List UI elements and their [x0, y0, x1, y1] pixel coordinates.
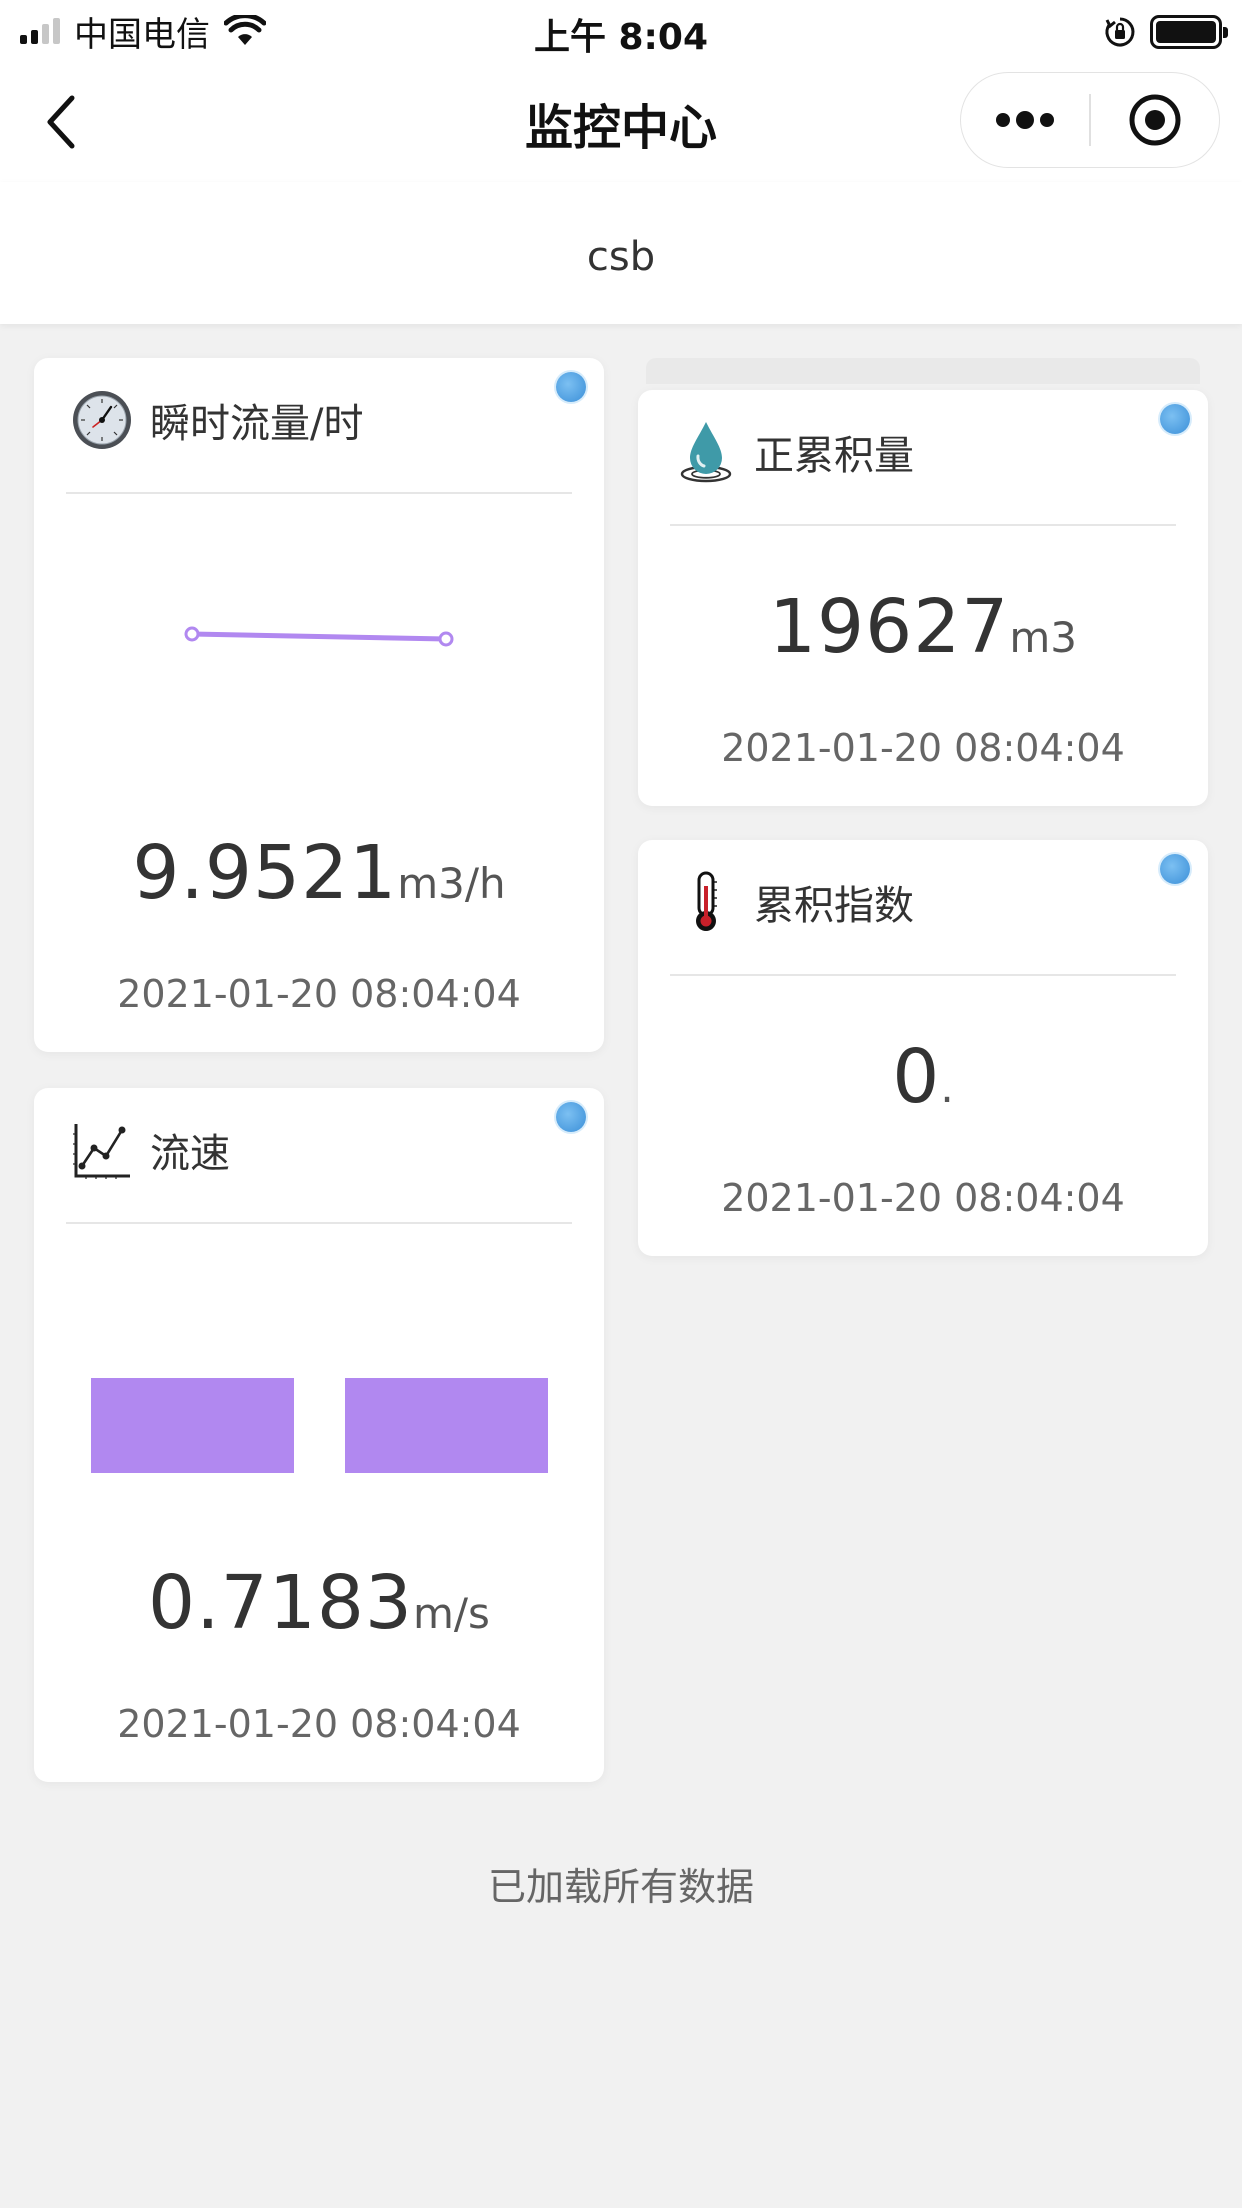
trend-point — [184, 626, 200, 642]
divider — [670, 524, 1176, 526]
status-indicator — [1160, 854, 1190, 884]
battery-icon — [1150, 15, 1228, 49]
card-shadow-strip — [646, 358, 1200, 384]
back-button[interactable] — [36, 90, 92, 154]
card-flow-speed[interactable]: 流速 0.7183m/s 2021-01-20 08:04:04 — [34, 1088, 604, 1782]
value-unit: . — [940, 1063, 954, 1112]
water-drop-icon — [674, 420, 738, 484]
card-title: 瞬时流量/时 — [150, 401, 364, 447]
thermometer-icon — [674, 870, 738, 934]
speed-bar — [345, 1378, 548, 1473]
line-chart-icon — [70, 1118, 134, 1182]
update-time: 2021-01-20 08:04:04 — [721, 1176, 1125, 1220]
update-time: 2021-01-20 08:04:04 — [117, 972, 521, 1016]
speed-value: 0.7183m/s — [34, 1560, 604, 1646]
card-title: 正累积量 — [754, 433, 914, 479]
divider — [66, 492, 572, 494]
value-unit: m3/h — [397, 859, 506, 908]
value-number: 19627 — [768, 584, 1010, 670]
value-number: 0 — [892, 1034, 941, 1120]
value-unit: m3 — [1009, 613, 1078, 662]
close-miniprogram-button[interactable] — [1091, 73, 1219, 167]
divider — [66, 1222, 572, 1224]
rotation-lock-icon — [1105, 17, 1135, 47]
value-number: 9.9521 — [132, 830, 398, 916]
update-time: 2021-01-20 08:04:04 — [721, 726, 1125, 770]
nav-bar: 监控中心 — [0, 62, 1242, 182]
card-positive-total[interactable]: 正累积量 19627m3 2021-01-20 08:04:04 — [638, 390, 1208, 806]
value-unit: m/s — [412, 1589, 490, 1638]
device-header: csb — [0, 182, 1242, 324]
speed-bar — [91, 1378, 294, 1473]
load-complete-text: 已加载所有数据 — [487, 1865, 754, 1909]
status-indicator — [556, 1102, 586, 1132]
more-dots-icon — [996, 111, 1055, 129]
value-number: 0.7183 — [148, 1560, 413, 1646]
divider — [670, 974, 1176, 976]
trend-line — [191, 631, 447, 642]
status-indicator — [1160, 404, 1190, 434]
more-button[interactable] — [961, 73, 1089, 167]
status-time: 上午 8:04 — [533, 17, 709, 58]
flow-trend-chart — [184, 626, 454, 647]
update-time: 2021-01-20 08:04:04 — [117, 1702, 521, 1746]
device-name: csb — [586, 234, 656, 280]
target-close-icon — [1129, 94, 1181, 146]
index-value: 0. — [638, 1034, 1208, 1120]
card-instant-flow[interactable]: 瞬时流量/时 9.9521m3/h 2021-01-20 08:04:04 — [34, 358, 604, 1052]
chevron-left-icon — [47, 95, 75, 149]
status-indicator — [556, 372, 586, 402]
status-bar: 中国电信 上午 8:04 — [0, 0, 1242, 62]
pressure-gauge-icon — [70, 388, 134, 452]
trend-point — [438, 631, 454, 647]
card-accumulated-index[interactable]: 累积指数 0. 2021-01-20 08:04:04 — [638, 840, 1208, 1256]
total-value: 19627m3 — [638, 584, 1208, 670]
flow-value: 9.9521m3/h — [34, 830, 604, 916]
miniprogram-capsule — [960, 72, 1220, 168]
speed-bar-chart — [91, 1378, 548, 1473]
card-title: 流速 — [150, 1131, 230, 1177]
card-title: 累积指数 — [754, 883, 914, 929]
